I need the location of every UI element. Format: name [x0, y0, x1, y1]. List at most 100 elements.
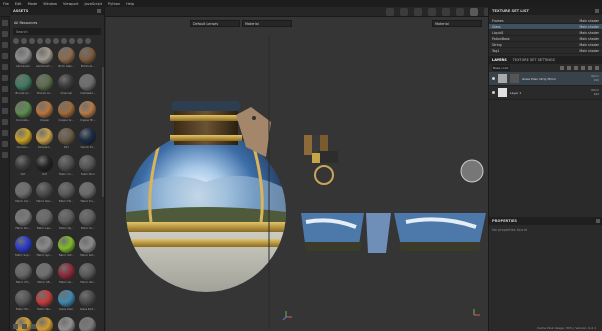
material-tile[interactable]: Aluminium: [13, 47, 33, 71]
material-tile[interactable]: Fabric Sc...: [78, 209, 98, 233]
material-tile[interactable]: Cobblesto...: [78, 74, 98, 98]
material-tile[interactable]: Concrete...: [13, 101, 33, 125]
material-tile[interactable]: Dirt: [13, 155, 33, 179]
shader-icon[interactable]: [456, 8, 464, 16]
filter-more-icon[interactable]: [85, 38, 91, 44]
material-tile[interactable]: Fabric Fel...: [56, 182, 76, 206]
texture-set-shader[interactable]: Main shader: [579, 37, 599, 41]
menu-python[interactable]: Python: [108, 2, 120, 6]
material-tile[interactable]: Copper Br...: [78, 101, 98, 125]
material-tile[interactable]: Corduro...: [13, 128, 33, 152]
add-effect-icon[interactable]: [560, 66, 564, 70]
menu-mode[interactable]: Mode: [28, 2, 38, 6]
add-folder-icon[interactable]: [588, 66, 592, 70]
picker-icon[interactable]: [2, 86, 8, 92]
material-tile[interactable]: Fabric Den...: [35, 182, 55, 206]
eraser-icon[interactable]: [2, 31, 8, 37]
all-resources-node[interactable]: All Resources: [10, 19, 104, 26]
delete-layer-icon[interactable]: [595, 66, 599, 70]
texture-set-shader[interactable]: Main shader: [579, 43, 599, 47]
texture-set-shader[interactable]: Main shader: [579, 31, 599, 35]
polygon-fill-icon[interactable]: [2, 53, 8, 59]
close-icon[interactable]: [595, 9, 599, 13]
material-tile[interactable]: Denim Ri...: [78, 128, 98, 152]
camera-tool-icon[interactable]: [2, 119, 8, 125]
camera-icon[interactable]: [386, 8, 394, 16]
material-tile[interactable]: Fabric Ufl...: [35, 263, 55, 287]
search-input[interactable]: Search: [13, 28, 101, 35]
material-tile[interactable]: Fabric Wi...: [13, 290, 33, 314]
settings-icon[interactable]: [2, 152, 8, 158]
layer-item[interactable]: Layer 1 Norm 100: [489, 86, 602, 100]
material-tile[interactable]: Fabric Burl: [78, 155, 98, 179]
menu-help[interactable]: Help: [126, 2, 134, 6]
visibility-eye-icon[interactable]: [492, 77, 495, 80]
texture-icon[interactable]: [442, 8, 450, 16]
filter-particles-icon[interactable]: [61, 38, 67, 44]
paint-brush-icon[interactable]: [2, 20, 8, 26]
close-icon[interactable]: [97, 9, 101, 13]
filter-tools-icon[interactable]: [69, 38, 75, 44]
add-layer-icon[interactable]: [581, 66, 585, 70]
material-tile[interactable]: Bricks Al...: [78, 47, 98, 71]
close-icon[interactable]: [596, 219, 600, 223]
filter-materials-icon[interactable]: [13, 38, 19, 44]
material-tile[interactable]: Fabric Cor...: [13, 182, 33, 206]
tab-layers[interactable]: LAYERS: [492, 58, 507, 62]
material-tile[interactable]: Fabric Lee...: [35, 209, 55, 233]
material-tile[interactable]: Fabric Syn...: [35, 236, 55, 260]
add-fill-layer-icon[interactable]: [574, 66, 578, 70]
material-tile[interactable]: Fabric Ve...: [56, 263, 76, 287]
layout-icon[interactable]: [400, 8, 408, 16]
material-tile[interactable]: Copper: [35, 101, 55, 125]
shelf-icon[interactable]: [2, 141, 8, 147]
texture-set-shader[interactable]: Main shader: [579, 19, 599, 23]
filter-env-icon[interactable]: [77, 38, 83, 44]
menu-window[interactable]: Window: [43, 2, 57, 6]
material-tile[interactable]: Fabric Kni...: [13, 209, 33, 233]
paint-mode-icon[interactable]: [470, 8, 478, 16]
grid-icon[interactable]: [2, 130, 8, 136]
material-tile[interactable]: Fabric Wo...: [35, 290, 55, 314]
material-tile[interactable]: Dirt: [56, 128, 76, 152]
blend-channel-dropdown[interactable]: Base color: [492, 65, 510, 71]
visibility-eye-icon[interactable]: [492, 91, 495, 94]
layer-blend[interactable]: Norm 100: [591, 88, 599, 96]
filter-brushes-icon[interactable]: [29, 38, 35, 44]
layer-item[interactable]: Glass Plain Dirty Mirror Norm 100: [489, 72, 602, 86]
material-tile[interactable]: Fabric Kn...: [78, 182, 98, 206]
menu-edit[interactable]: Edit: [15, 2, 22, 6]
material-tile[interactable]: Dimpled...: [35, 128, 55, 152]
material-tile[interactable]: Glass Visor: [56, 290, 76, 314]
material-tile[interactable]: Glass Zint...: [78, 290, 98, 314]
material-tile[interactable]: Fabric Vel...: [78, 263, 98, 287]
menu-file[interactable]: File: [3, 2, 9, 6]
assets-scrollbar[interactable]: [102, 67, 104, 197]
projection-icon[interactable]: [2, 42, 8, 48]
material-tile[interactable]: Bronze Ar...: [35, 74, 55, 98]
material-tile[interactable]: Fabric Co...: [56, 155, 76, 179]
filter-textures-icon[interactable]: [45, 38, 51, 44]
material-tile[interactable]: Brick Glaz...: [56, 47, 76, 71]
material-tile[interactable]: Aluminium ...: [35, 47, 55, 71]
material-tile[interactable]: Fabric Sof...: [56, 236, 76, 260]
render-icon[interactable]: [414, 8, 422, 16]
clone-icon[interactable]: [2, 75, 8, 81]
material-tile[interactable]: Charcoal: [56, 74, 76, 98]
layer-blend[interactable]: Norm 100: [591, 74, 599, 82]
material-tile[interactable]: Bronze Ar...: [13, 74, 33, 98]
viewport[interactable]: Default Lenses Material Material: [106, 17, 488, 331]
menu-viewport[interactable]: Viewport: [63, 2, 78, 6]
material-tile[interactable]: Fabric Sup...: [13, 236, 33, 260]
menu-javascript[interactable]: JavaScript: [84, 2, 102, 6]
material-tile[interactable]: Dirt: [35, 155, 55, 179]
texture-set-shader[interactable]: Main shader: [579, 49, 599, 53]
texture-set-shader[interactable]: Main shader: [579, 25, 599, 29]
filter-smart-icon[interactable]: [21, 38, 27, 44]
material-tile[interactable]: Copper Ar...: [56, 101, 76, 125]
bake-icon[interactable]: [2, 97, 8, 103]
layers-icon[interactable]: [2, 108, 8, 114]
display-icon[interactable]: [428, 8, 436, 16]
material-tile[interactable]: Fabric Sof...: [78, 236, 98, 260]
filter-alphas-icon[interactable]: [37, 38, 43, 44]
